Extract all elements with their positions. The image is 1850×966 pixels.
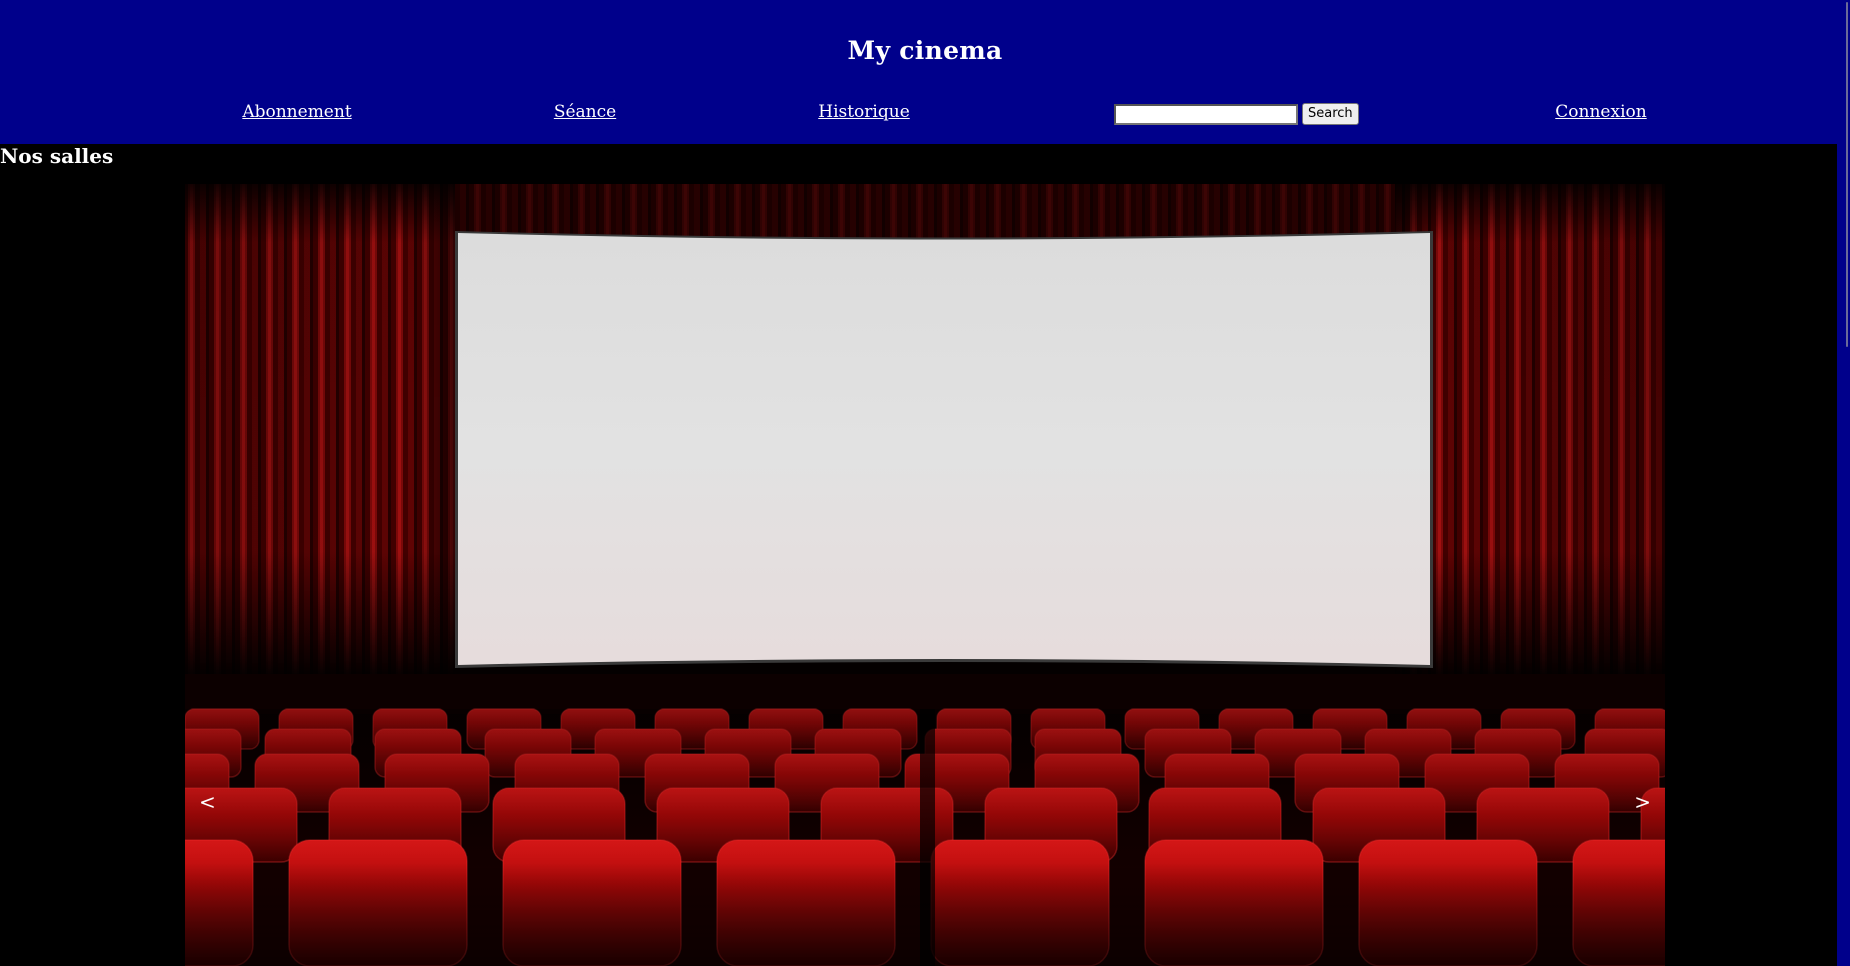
- site-title: My cinema: [847, 36, 1003, 65]
- section-title: Nos salles: [0, 144, 114, 168]
- search-form: Search: [1114, 103, 1359, 125]
- carousel-prev-button[interactable]: <: [199, 788, 216, 816]
- nav-link-seance[interactable]: Séance: [554, 100, 616, 124]
- nav-link-abonnement[interactable]: Abonnement: [242, 100, 351, 124]
- search-button[interactable]: Search: [1302, 103, 1359, 125]
- site-header: My cinema Abonnement Séance Historique S…: [0, 0, 1850, 144]
- scrollbar-thumb[interactable]: [1846, 2, 1848, 347]
- page-scrollbar[interactable]: [1837, 0, 1850, 966]
- nav-link-connexion[interactable]: Connexion: [1555, 100, 1646, 124]
- carousel-next-button[interactable]: >: [1634, 788, 1651, 816]
- search-input[interactable]: [1114, 104, 1298, 125]
- carousel: < >: [185, 184, 1665, 966]
- slide-image: [185, 184, 1665, 966]
- nav-link-historique[interactable]: Historique: [818, 100, 910, 124]
